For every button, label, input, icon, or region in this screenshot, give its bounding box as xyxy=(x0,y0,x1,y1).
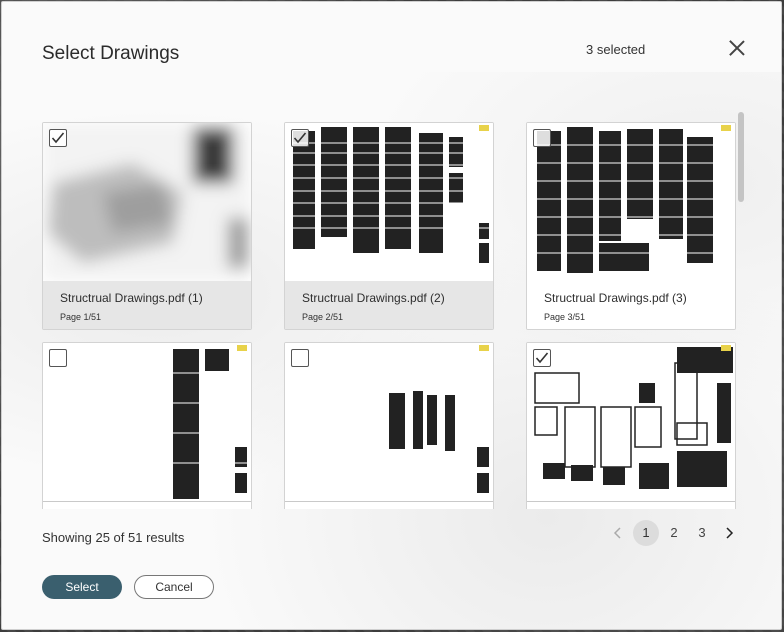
card-checkbox[interactable] xyxy=(291,349,309,367)
select-drawings-dialog: Select Drawings 3 selected Structrual Dr… xyxy=(1,1,782,630)
drawing-card[interactable] xyxy=(526,342,736,509)
card-page: Page 2/51 xyxy=(302,312,344,322)
checkmark-icon xyxy=(51,132,65,144)
drawing-thumbnail xyxy=(43,123,251,282)
card-caption: Structrual Drawings.pdf (2) Page 2/51 xyxy=(285,281,493,329)
drawing-thumbnail xyxy=(285,343,493,502)
page-button-1[interactable]: 1 xyxy=(633,520,659,546)
card-checkbox[interactable] xyxy=(49,129,67,147)
drawing-card[interactable] xyxy=(42,342,252,509)
chevron-left-icon[interactable] xyxy=(608,520,628,546)
drawing-card[interactable]: Structrual Drawings.pdf (3) Page 3/51 xyxy=(526,122,736,330)
card-title: Structrual Drawings.pdf (1) xyxy=(60,291,203,305)
select-button[interactable]: Select xyxy=(42,575,122,599)
drawings-grid[interactable]: Structrual Drawings.pdf (1) Page 1/51 St… xyxy=(38,116,738,509)
cancel-button[interactable]: Cancel xyxy=(134,575,214,599)
card-title: Structrual Drawings.pdf (3) xyxy=(544,291,687,305)
card-checkbox[interactable] xyxy=(49,349,67,367)
card-caption: Structrual Drawings.pdf (1) Page 1/51 xyxy=(43,281,251,329)
drawing-thumbnail xyxy=(527,343,735,502)
card-checkbox[interactable] xyxy=(533,349,551,367)
card-checkbox[interactable] xyxy=(291,129,309,147)
card-caption: Structrual Drawings.pdf (3) Page 3/51 xyxy=(527,281,735,329)
card-page: Page 3/51 xyxy=(544,312,586,322)
checkmark-icon xyxy=(535,352,549,364)
grid-scrollbar[interactable] xyxy=(738,112,744,202)
card-checkbox[interactable] xyxy=(533,129,551,147)
drawing-card[interactable]: Structrual Drawings.pdf (1) Page 1/51 xyxy=(42,122,252,330)
selected-count: 3 selected xyxy=(586,42,646,57)
page-button-2[interactable]: 2 xyxy=(661,520,687,546)
results-count: Showing 25 of 51 results xyxy=(42,530,185,545)
drawing-thumbnail xyxy=(43,343,251,502)
drawing-thumbnail xyxy=(285,123,493,282)
close-icon[interactable] xyxy=(726,37,748,59)
card-title: Structrual Drawings.pdf (2) xyxy=(302,291,445,305)
drawing-thumbnail xyxy=(527,123,735,282)
drawing-card[interactable]: Structrual Drawings.pdf (2) Page 2/51 xyxy=(284,122,494,330)
dialog-title: Select Drawings xyxy=(42,43,180,64)
drawing-card[interactable] xyxy=(284,342,494,509)
card-page: Page 1/51 xyxy=(60,312,102,322)
page-button-3[interactable]: 3 xyxy=(689,520,715,546)
checkmark-icon xyxy=(293,132,307,144)
chevron-right-icon[interactable] xyxy=(720,520,740,546)
